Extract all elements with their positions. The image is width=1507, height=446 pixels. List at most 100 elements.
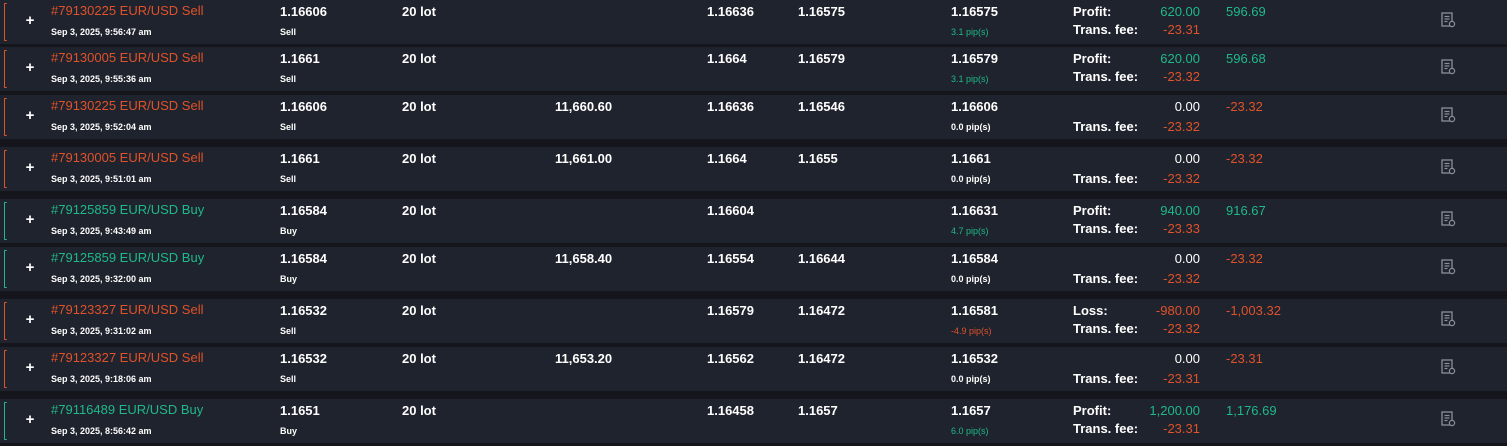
trade-row[interactable]: + #79130005 EUR/USD Sell Sep 3, 2025, 9:51… [0,147,1507,192]
trade-row[interactable]: + #79123327 EUR/USD Sell Sep 3, 2025, 9:18… [0,347,1507,392]
close-price: 1.16631 [951,203,998,218]
volume: 20 lot [402,4,436,19]
expand-plus-icon[interactable]: + [24,60,36,75]
document-icon[interactable] [1440,59,1456,75]
expand-plus-icon[interactable]: + [24,212,36,227]
document-icon[interactable] [1440,411,1456,427]
trade-title-link[interactable]: #79123327 EUR/USD Sell [51,302,203,317]
margin-amount: 11,661.00 [555,151,613,166]
open-price: 1.1661 [280,51,320,66]
expand-plus-icon[interactable]: + [24,312,36,327]
close-price: 1.1657 [951,403,991,418]
stop-loss: 1.16562 [707,351,754,366]
trade-title-link[interactable]: #79123327 EUR/USD Sell [51,350,203,365]
stop-loss: 1.16554 [707,251,754,266]
trade-title-link[interactable]: #79130225 EUR/USD Sell [51,98,203,113]
fee-value: -23.31 [1163,421,1200,436]
volume: 20 lot [402,99,436,114]
expand-plus-icon[interactable]: + [24,260,36,275]
pnl-label: Profit: [1073,4,1112,19]
trade-title-link[interactable]: #79116489 EUR/USD Buy [51,402,203,417]
trade-row[interactable]: + #79125859 EUR/USD Buy Sep 3, 2025, 9:43:… [0,199,1507,244]
document-icon[interactable] [1440,12,1456,28]
close-price: 1.16532 [951,351,998,366]
fee-value: -23.31 [1163,22,1200,37]
volume: 20 lot [402,351,436,366]
trade-date: Sep 3, 2025, 9:43:49 am [51,226,152,236]
volume: 20 lot [402,151,436,166]
volume: 20 lot [402,403,436,418]
stop-loss: 1.1664 [707,51,747,66]
open-price: 1.16606 [280,4,327,19]
net-value: -1,003.32 [1226,303,1281,318]
trade-title-link[interactable]: #79130225 EUR/USD Sell [51,3,203,18]
open-price: 1.16532 [280,351,327,366]
document-icon[interactable] [1440,259,1456,275]
side-indicator [4,150,7,188]
document-icon[interactable] [1440,211,1456,227]
pips-change: 4.7 pip(s) [951,226,989,236]
fee-label: Trans. fee: [1073,221,1139,236]
fee-label: Trans. fee: [1073,171,1139,186]
trade-date: Sep 3, 2025, 9:31:02 am [51,326,152,336]
expand-plus-icon[interactable]: + [24,160,36,175]
fee-value: -23.32 [1163,271,1200,286]
open-price: 1.16584 [280,251,327,266]
trade-title-link[interactable]: #79130005 EUR/USD Sell [51,150,203,165]
pnl-label: Profit: [1073,403,1112,418]
trade-type: Sell [280,27,297,37]
fee-label: Trans. fee: [1073,321,1139,336]
trade-row[interactable]: + #79125859 EUR/USD Buy Sep 3, 2025, 9:32:… [0,247,1507,292]
trade-title-link[interactable]: #79125859 EUR/USD Buy [51,202,204,217]
side-indicator [4,302,7,340]
fee-label: Trans. fee: [1073,69,1139,84]
trade-row[interactable]: + #79116489 EUR/USD Buy Sep 3, 2025, 8:56:… [0,399,1507,444]
stop-loss: 1.16458 [707,403,754,418]
trade-title-link[interactable]: #79125859 EUR/USD Buy [51,250,204,265]
close-price: 1.16579 [951,51,998,66]
expand-plus-icon[interactable]: + [24,412,36,427]
net-value: 596.68 [1226,51,1266,66]
document-icon[interactable] [1440,359,1456,375]
take-profit: 1.1657 [798,403,838,418]
trade-type: Buy [280,426,298,436]
net-value: -23.32 [1226,251,1263,266]
trade-row[interactable]: + #79130225 EUR/USD Sell Sep 3, 2025, 9:56… [0,0,1507,45]
document-icon[interactable] [1440,159,1456,175]
fee-value: -23.32 [1163,171,1200,186]
take-profit: 1.16644 [798,251,845,266]
trade-type: Buy [280,274,298,284]
pnl-label: Profit: [1073,51,1112,66]
net-value: -23.31 [1226,351,1263,366]
trade-history-list: + #79130225 EUR/USD Sell Sep 3, 2025, 9:56… [0,0,1507,446]
expand-plus-icon[interactable]: + [24,108,36,123]
margin-amount: 11,658.40 [555,251,613,266]
close-price: 1.16584 [951,251,998,266]
trade-row[interactable]: + #79130225 EUR/USD Sell Sep 3, 2025, 9:52… [0,95,1507,140]
margin-amount: 11,653.20 [555,351,613,366]
trade-row[interactable]: + #79123327 EUR/USD Sell Sep 3, 2025, 9:31… [0,299,1507,344]
document-icon[interactable] [1440,311,1456,327]
document-icon[interactable] [1440,107,1456,123]
trade-date: Sep 3, 2025, 9:51:01 am [51,174,152,184]
pips-change: 3.1 pip(s) [951,74,989,84]
stop-loss: 1.1664 [707,151,747,166]
side-indicator [4,350,7,388]
expand-plus-icon[interactable]: + [24,360,36,375]
trade-title-link[interactable]: #79130005 EUR/USD Sell [51,50,203,65]
take-profit: 1.1655 [798,151,838,166]
trade-date: Sep 3, 2025, 9:56:47 am [51,27,152,37]
fee-value: -23.33 [1163,221,1200,236]
net-value: -23.32 [1226,99,1263,114]
volume: 20 lot [402,51,436,66]
trade-type: Sell [280,122,297,132]
fee-value: -23.32 [1163,321,1200,336]
pips-change: 0.0 pip(s) [951,174,991,184]
pnl-value: 940.00 [1160,203,1200,218]
trade-row[interactable]: + #79130005 EUR/USD Sell Sep 3, 2025, 9:55… [0,47,1507,92]
expand-plus-icon[interactable]: + [24,13,36,28]
pnl-label: Loss: [1073,303,1108,318]
trade-date: Sep 3, 2025, 9:32:00 am [51,274,152,284]
side-indicator [4,50,7,88]
trade-type: Sell [280,326,297,336]
